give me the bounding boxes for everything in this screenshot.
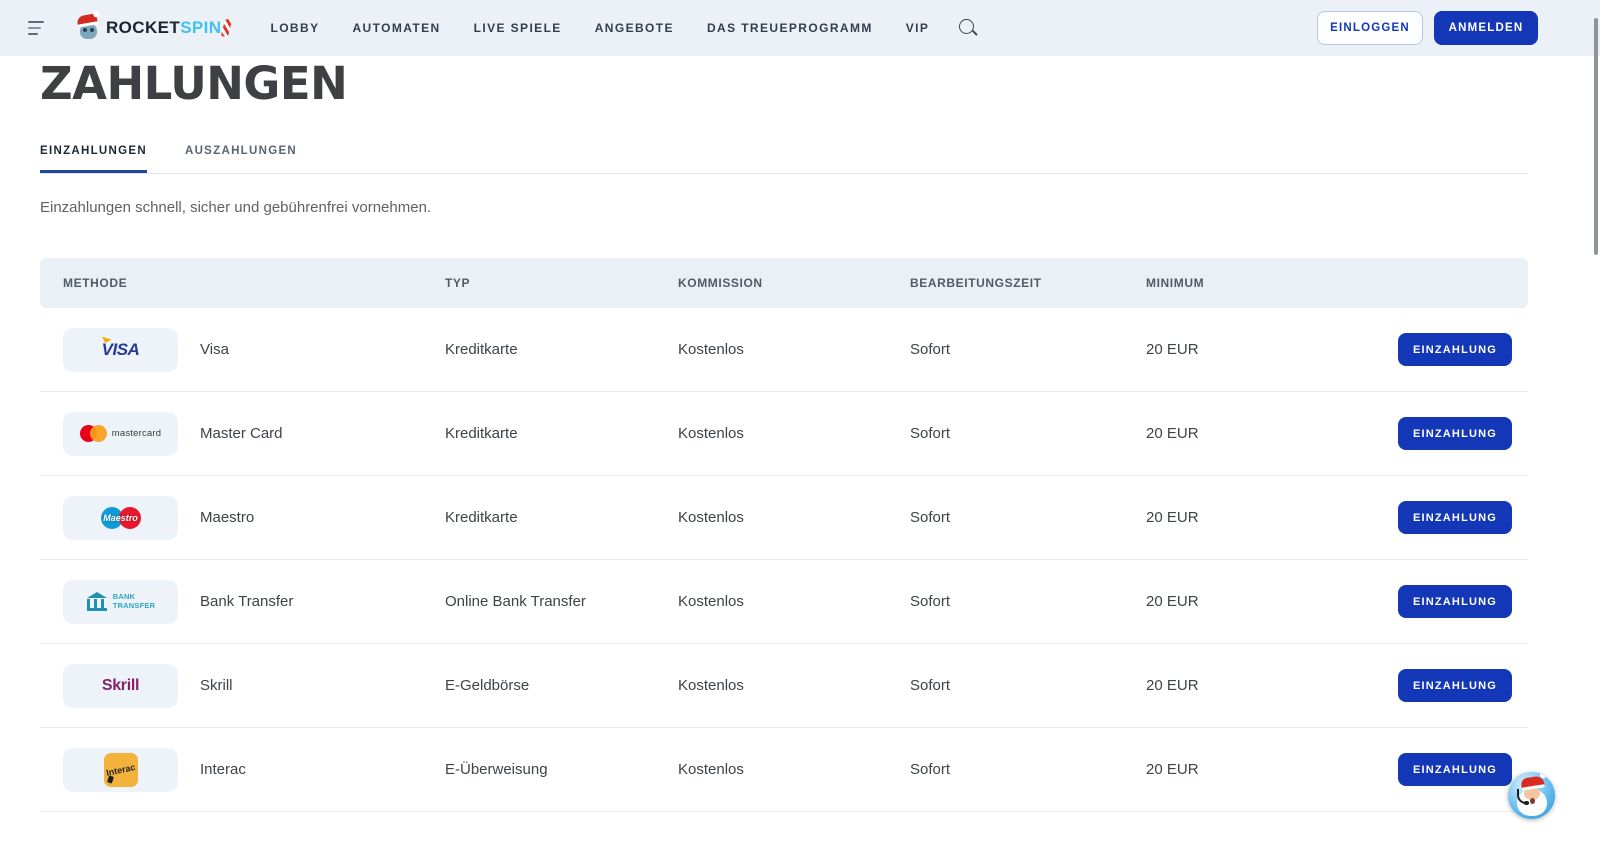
hamburger-menu-icon[interactable] (28, 21, 45, 35)
method-bearbeitungszeit: Sofort (910, 677, 1146, 694)
support-chat-santa-avatar[interactable] (1508, 772, 1555, 819)
mastercard-logo-icon: mastercard (63, 412, 178, 456)
column-methode: METHODE (63, 276, 445, 290)
nav-automaten[interactable]: AUTOMATEN (352, 21, 440, 35)
skrill-logo-icon: Skrill (63, 664, 178, 708)
method-typ: Kreditkarte (445, 425, 678, 442)
table-row-bank-transfer: BANKTRANSFER Bank Transfer Online Bank T… (40, 560, 1528, 644)
method-kommission: Kostenlos (678, 593, 910, 610)
einzahlung-button[interactable]: EINZAHLUNG (1398, 501, 1512, 534)
method-kommission: Kostenlos (678, 761, 910, 778)
nav-live-spiele[interactable]: LIVE SPIELE (474, 21, 562, 35)
method-name: Visa (178, 341, 445, 358)
page-description: Einzahlungen schnell, sicher und gebühre… (40, 199, 1528, 216)
logo[interactable]: ROCKETSPIN (77, 14, 230, 42)
candy-cane-icon (221, 18, 232, 37)
method-bearbeitungszeit: Sofort (910, 425, 1146, 442)
search-icon[interactable] (957, 18, 977, 38)
method-minimum: 20 EUR (1146, 761, 1398, 778)
method-bearbeitungszeit: Sofort (910, 341, 1146, 358)
tab-einzahlungen[interactable]: EINZAHLUNGEN (40, 145, 147, 173)
einzahlung-button[interactable]: EINZAHLUNG (1398, 333, 1512, 366)
visa-logo-icon: VISA (63, 328, 178, 372)
method-typ: Kreditkarte (445, 509, 678, 526)
column-bearbeitungszeit: BEARBEITUNGSZEIT (910, 276, 1146, 290)
top-nav-bar: ROCKETSPIN LOBBY AUTOMATEN LIVE SPIELE A… (0, 0, 1600, 56)
main-nav: LOBBY AUTOMATEN LIVE SPIELE ANGEBOTE DAS… (270, 21, 929, 35)
santa-skull-logo-icon (77, 14, 103, 42)
tabs: EINZAHLUNGEN AUSZAHLUNGEN (40, 145, 1528, 174)
method-kommission: Kostenlos (678, 341, 910, 358)
vertical-scrollbar[interactable] (1594, 18, 1598, 255)
method-minimum: 20 EUR (1146, 341, 1398, 358)
einzahlung-button[interactable]: EINZAHLUNG (1398, 585, 1512, 618)
table-row-interac: Interac Interac E-Überweisung Kostenlos … (40, 728, 1528, 812)
table-row-mastercard: mastercard Master Card Kreditkarte Koste… (40, 392, 1528, 476)
method-minimum: 20 EUR (1146, 425, 1398, 442)
method-kommission: Kostenlos (678, 677, 910, 694)
interac-logo-icon: Interac (63, 748, 178, 792)
method-minimum: 20 EUR (1146, 593, 1398, 610)
method-name: Master Card (178, 425, 445, 442)
method-typ: E-Überweisung (445, 761, 678, 778)
einzahlung-button[interactable]: EINZAHLUNG (1398, 753, 1512, 786)
nav-vip[interactable]: VIP (906, 21, 930, 35)
table-header: METHODE TYP KOMMISSION BEARBEITUNGSZEIT … (40, 258, 1528, 308)
method-minimum: 20 EUR (1146, 677, 1398, 694)
method-typ: Kreditkarte (445, 341, 678, 358)
method-typ: E-Geldbörse (445, 677, 678, 694)
column-kommission: KOMMISSION (678, 276, 910, 290)
method-name: Interac (178, 761, 445, 778)
column-typ: TYP (445, 276, 678, 290)
method-name: Maestro (178, 509, 445, 526)
maestro-logo-icon: Maestro (63, 496, 178, 540)
einzahlung-button[interactable]: EINZAHLUNG (1398, 669, 1512, 702)
einzahlung-button[interactable]: EINZAHLUNG (1398, 417, 1512, 450)
login-button[interactable]: EINLOGGEN (1317, 11, 1423, 45)
logo-text: ROCKETSPIN (106, 18, 221, 38)
payment-methods-table: METHODE TYP KOMMISSION BEARBEITUNGSZEIT … (40, 258, 1528, 812)
method-bearbeitungszeit: Sofort (910, 593, 1146, 610)
table-row-skrill: Skrill Skrill E-Geldbörse Kostenlos Sofo… (40, 644, 1528, 728)
page-title: ZAHLUNGEN (40, 61, 1528, 106)
nav-lobby[interactable]: LOBBY (270, 21, 319, 35)
table-row-maestro: Maestro Maestro Kreditkarte Kostenlos So… (40, 476, 1528, 560)
method-bearbeitungszeit: Sofort (910, 761, 1146, 778)
method-kommission: Kostenlos (678, 509, 910, 526)
method-typ: Online Bank Transfer (445, 593, 678, 610)
signup-button[interactable]: ANMELDEN (1434, 11, 1538, 45)
bank-transfer-logo-icon: BANKTRANSFER (63, 580, 178, 624)
method-bearbeitungszeit: Sofort (910, 509, 1146, 526)
nav-angebote[interactable]: ANGEBOTE (595, 21, 674, 35)
auth-buttons: EINLOGGEN ANMELDEN (1317, 11, 1538, 45)
method-name: Skrill (178, 677, 445, 694)
method-minimum: 20 EUR (1146, 509, 1398, 526)
table-row-visa: VISA Visa Kreditkarte Kostenlos Sofort 2… (40, 308, 1528, 392)
column-minimum: MINIMUM (1146, 276, 1398, 290)
main-content: ZAHLUNGEN EINZAHLUNGEN AUSZAHLUNGEN Einz… (0, 61, 1600, 812)
payments-page: ROCKETSPIN LOBBY AUTOMATEN LIVE SPIELE A… (0, 0, 1600, 843)
nav-treueprogramm[interactable]: DAS TREUEPROGRAMM (707, 21, 873, 35)
method-name: Bank Transfer (178, 593, 445, 610)
tab-auszahlungen[interactable]: AUSZAHLUNGEN (185, 145, 297, 173)
method-kommission: Kostenlos (678, 425, 910, 442)
